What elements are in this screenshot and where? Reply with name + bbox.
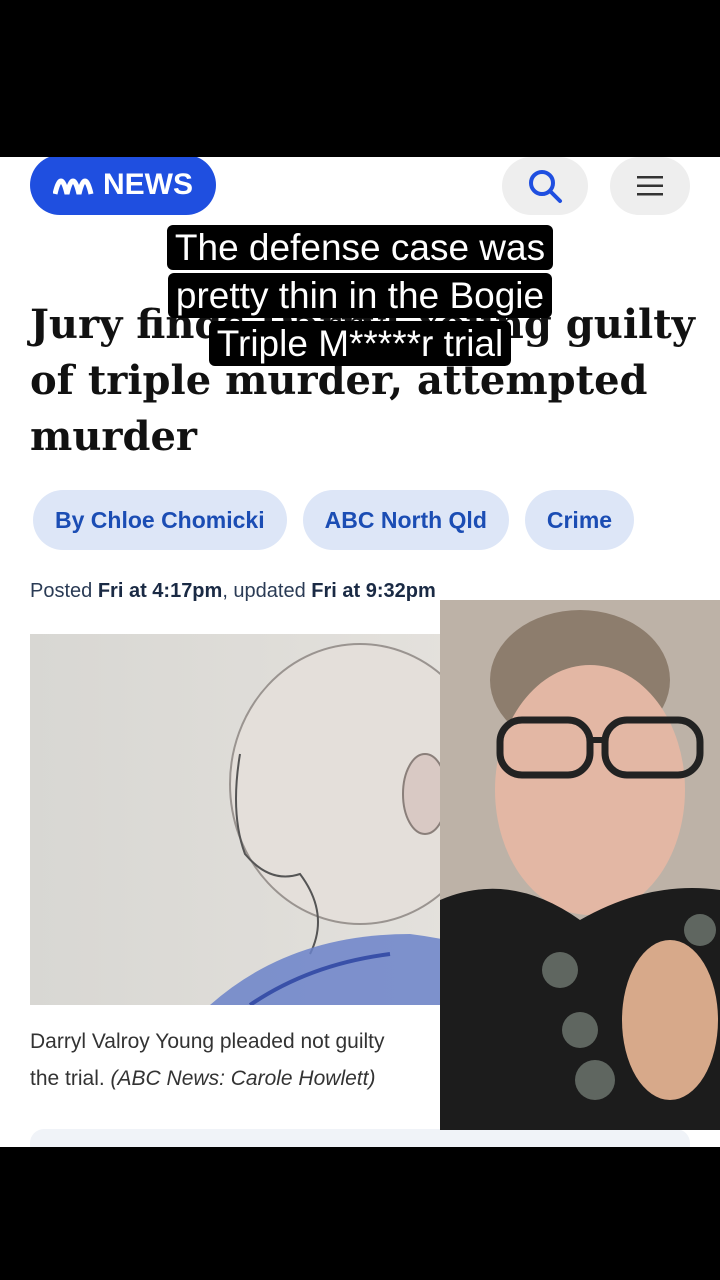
caption-text-2: the trial. — [30, 1067, 105, 1090]
presenter-webcam-overlay — [440, 600, 720, 1130]
posted-info: Posted Fri at 4:17pm, updated Fri at 9:3… — [30, 580, 436, 603]
chip-topic[interactable]: Crime — [524, 490, 635, 550]
menu-icon — [637, 176, 663, 196]
next-section-edge — [30, 1129, 690, 1147]
abc-logo-mark-icon — [52, 166, 97, 204]
updated-time: Fri at 9:32pm — [311, 580, 436, 602]
abc-news-logo[interactable]: NEWS — [30, 157, 216, 215]
brand-text: NEWS — [103, 168, 193, 201]
search-button[interactable] — [502, 157, 588, 215]
search-icon — [529, 170, 562, 203]
caption-text: Darryl Valroy Young pleaded not guilty — [30, 1030, 385, 1053]
chip-author[interactable]: By Chloe Chomicki — [33, 490, 287, 550]
updated-label: , updated — [222, 580, 306, 602]
presenter-video-frame — [440, 600, 720, 1130]
subtitle-line-3: Triple M*****r trial — [208, 321, 512, 366]
subtitle-line-2: pretty thin in the Bogie — [167, 273, 553, 318]
video-subtitle-overlay: The defense case was pretty thin in the … — [0, 224, 720, 368]
article-tags: By Chloe Chomicki ABC North Qld Crime — [33, 490, 635, 550]
caption-credit: (ABC News: Carole Howlett) — [110, 1067, 376, 1090]
image-caption: Darryl Valroy Young pleaded not guilty t… — [30, 1023, 450, 1097]
menu-button[interactable] — [610, 157, 690, 215]
posted-label: Posted — [30, 580, 93, 602]
chip-region[interactable]: ABC North Qld — [302, 490, 509, 550]
subtitle-line-1: The defense case was — [166, 225, 554, 270]
posted-time: Fri at 4:17pm — [97, 580, 223, 602]
